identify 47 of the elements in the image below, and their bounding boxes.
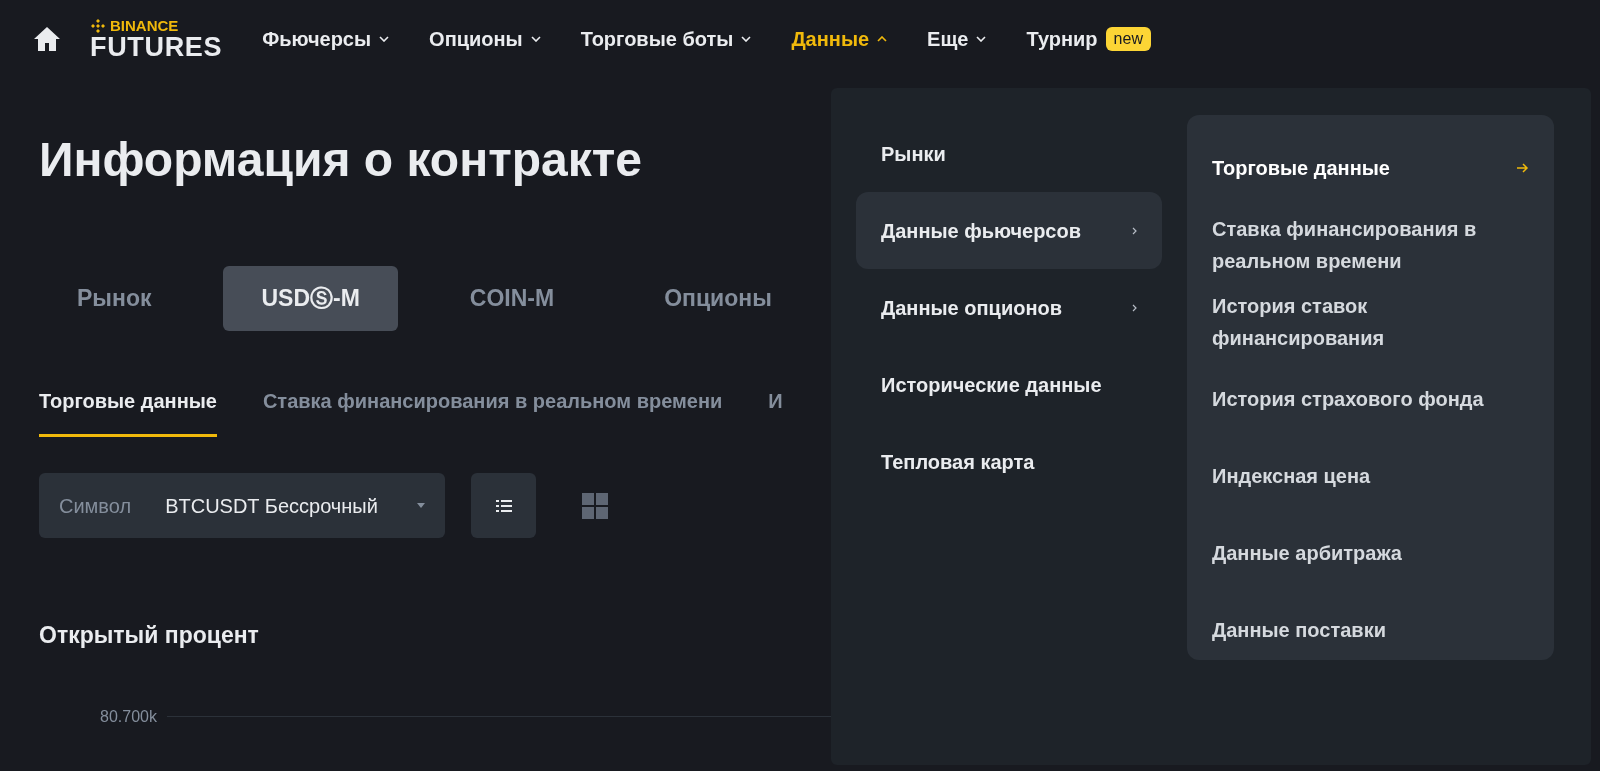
nav-item[interactable]: Турнир	[1026, 24, 1098, 54]
chevron-right-icon	[1132, 226, 1137, 235]
new-badge: new	[1105, 27, 1151, 51]
submenu-item[interactable]: Данные поставки	[1212, 591, 1529, 668]
chevron-right-icon	[1132, 303, 1137, 312]
grid-icon	[581, 492, 608, 519]
menu-item[interactable]: Рынки	[856, 115, 1162, 192]
nav-item[interactable]: Данные	[791, 24, 888, 54]
symbol-select[interactable]: Символ BTCUSDT Бессрочный	[39, 473, 445, 538]
logo-text: BINANCE	[110, 18, 179, 33]
section-title: Открытый процент	[39, 621, 259, 650]
logo-icon	[90, 17, 106, 34]
market-tab[interactable]: COIN-M	[431, 266, 593, 331]
axis-label: 80.700k	[100, 706, 157, 727]
symbol-value: BTCUSDT Бессрочный	[165, 493, 379, 519]
chevron-down-icon	[741, 36, 752, 42]
nav-item[interactable]: Фьючерсы	[262, 24, 390, 54]
submenu-item[interactable]: История страхового фонда	[1212, 360, 1529, 437]
market-tab[interactable]: Опционы	[626, 266, 810, 331]
submenu-item[interactable]: Индексная цена	[1212, 437, 1529, 514]
submenu-item[interactable]: История ставок финансирования	[1212, 283, 1529, 360]
chevron-up-icon	[877, 36, 888, 42]
nav-item[interactable]: Еще	[927, 24, 987, 54]
caret-icon	[417, 503, 425, 508]
menu-item[interactable]: Данные опционов	[856, 269, 1162, 346]
data-tab[interactable]: И	[768, 386, 783, 437]
submenu-item[interactable]: Торговые данные	[1212, 129, 1529, 206]
market-tab[interactable]: USDⓈ-M	[223, 266, 398, 331]
data-tab[interactable]: Ставка финансирования в реальном времени	[262, 386, 723, 437]
nav-item[interactable]: Опционы	[429, 24, 541, 54]
menu-item[interactable]: Тепловая карта	[856, 423, 1162, 500]
arrow-right-icon	[1517, 162, 1529, 173]
submenu-item[interactable]: Ставка финансирования в реальном времени	[1212, 206, 1529, 283]
submenu-item[interactable]: Данные арбитража	[1212, 514, 1529, 591]
home-icon[interactable]	[32, 25, 62, 53]
data-tab[interactable]: Торговые данные	[39, 386, 217, 437]
market-tab[interactable]: Рынок	[39, 266, 190, 331]
nav-item[interactable]: Торговые боты	[580, 24, 752, 54]
logo-text: FUTURES	[90, 33, 223, 61]
chevron-down-icon	[379, 36, 390, 42]
list-icon	[495, 498, 512, 513]
menu-item[interactable]: Данные фьючерсов	[856, 192, 1162, 269]
chevron-down-icon	[976, 36, 987, 42]
chevron-down-icon	[530, 36, 541, 42]
menu-item[interactable]: Исторические данные	[856, 346, 1162, 423]
page-title: Информация о контракте	[39, 132, 642, 188]
symbol-label: Символ	[59, 493, 132, 519]
